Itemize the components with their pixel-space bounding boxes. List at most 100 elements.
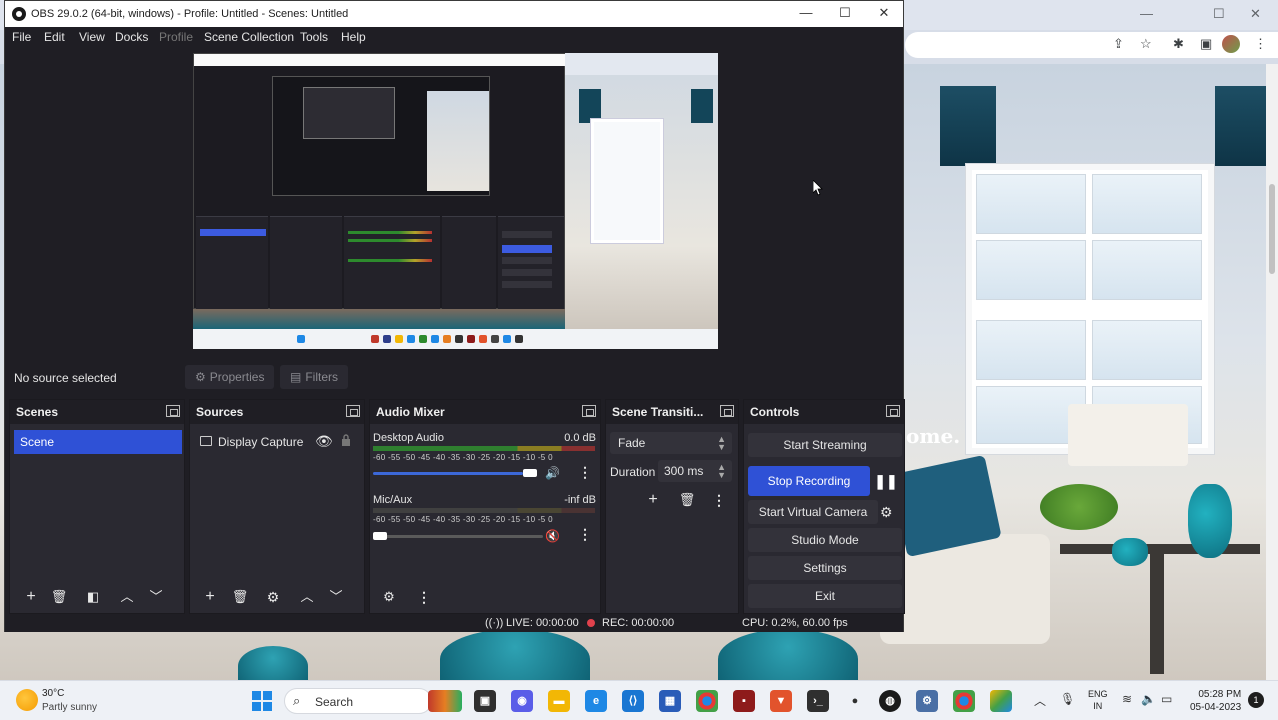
move-down-chevron-icon[interactable]: ﹀ (145, 587, 167, 607)
add-source-button[interactable]: + (199, 587, 221, 607)
file-explorer-icon[interactable]: ▬ (548, 690, 570, 712)
scene-filters-icon[interactable]: ◧ (82, 587, 104, 607)
weather-sun-icon[interactable] (16, 689, 38, 711)
store-icon[interactable]: ▦ (659, 690, 681, 712)
vscode-icon[interactable]: ⟨⟩ (622, 690, 644, 712)
holiday-widget-icon[interactable] (428, 690, 462, 712)
language-indicator[interactable]: ENG IN (1088, 688, 1108, 712)
updown-chevron-icon[interactable]: ▲ ▼ (717, 463, 726, 480)
virtual-camera-gear-icon[interactable]: ⚙ (880, 504, 893, 521)
undock-icon[interactable] (346, 405, 360, 417)
taskbar-search-box[interactable]: ⌕ Search (284, 688, 432, 714)
system-clock[interactable]: 05:28 PM 05-04-2023 (1190, 688, 1241, 714)
photos-app-icon[interactable] (990, 690, 1012, 712)
move-down-chevron-icon[interactable]: ﹀ (325, 587, 347, 607)
add-scene-button[interactable]: + (20, 587, 42, 607)
obs-taskbar-icon[interactable]: ◍ (879, 690, 901, 712)
edge-browser-icon[interactable]: e (585, 690, 607, 712)
minimize-button[interactable]: — (791, 5, 821, 23)
filters-button[interactable]: ▤ Filters (280, 365, 349, 389)
mixer-menu-icon[interactable]: ⋮ (413, 587, 435, 607)
browser-scrollbar[interactable] (1266, 64, 1278, 680)
menu-help[interactable]: Help (341, 30, 366, 44)
start-virtual-camera-button[interactable]: Start Virtual Camera (748, 500, 878, 524)
studio-mode-button[interactable]: Studio Mode (748, 528, 902, 552)
speaker-icon[interactable]: 🔊 (545, 466, 560, 480)
transition-select[interactable]: Fade ▲ ▼ (610, 432, 732, 454)
terminal-icon[interactable]: ›_ (807, 690, 829, 712)
remove-transition-trash-icon[interactable]: 🗑 (676, 490, 698, 510)
properties-button[interactable]: ⚙ Properties (185, 365, 275, 389)
show-hidden-icons-chevron[interactable]: ︿ (1034, 692, 1046, 709)
recording-dot-icon (587, 619, 595, 627)
move-up-chevron-icon[interactable]: ︿ (116, 587, 138, 607)
browser-close-button[interactable]: ✕ (1250, 6, 1261, 22)
profile-avatar[interactable] (1222, 35, 1240, 53)
browser-minimize-button[interactable]: — (1140, 6, 1153, 21)
notification-badge[interactable]: 1 (1248, 692, 1264, 708)
chrome-profile-icon[interactable] (953, 690, 975, 712)
speaker-muted-icon[interactable]: 🔇 (545, 529, 560, 543)
wifi-icon[interactable]: ≋ (1122, 692, 1132, 706)
menu-file[interactable]: File (12, 30, 31, 44)
bookmark-star-icon[interactable]: ☆ (1140, 36, 1152, 52)
remove-source-trash-icon[interactable]: 🗑 (229, 587, 251, 607)
weather-temperature[interactable]: 30°C (42, 688, 64, 699)
mic-aux-menu-icon[interactable]: ⋮ (578, 526, 592, 543)
start-streaming-button[interactable]: Start Streaming (748, 433, 902, 457)
browser-menu-icon[interactable]: ⋮ (1254, 36, 1267, 52)
preview-canvas[interactable] (193, 53, 718, 349)
chrome-icon[interactable] (696, 690, 718, 712)
source-list-item[interactable]: Display Capture 👁 (194, 430, 362, 454)
mic-aux-volume-slider[interactable] (373, 535, 543, 538)
undock-icon[interactable] (720, 405, 734, 417)
stop-recording-button[interactable]: Stop Recording (748, 466, 870, 496)
browser-maximize-button[interactable]: ☐ (1213, 6, 1225, 22)
battery-icon[interactable]: ▭ (1161, 692, 1172, 706)
maximize-button[interactable]: ☐ (830, 5, 860, 23)
undock-icon[interactable] (582, 405, 596, 417)
desktop-audio-menu-icon[interactable]: ⋮ (578, 464, 592, 481)
menu-edit[interactable]: Edit (44, 30, 65, 44)
advanced-audio-gear-icon[interactable]: ⚙ (378, 587, 400, 607)
side-panel-icon[interactable]: ▣ (1200, 36, 1212, 52)
duration-spinbox[interactable]: 300 ms ▲ ▼ (658, 460, 732, 482)
menu-profile[interactable]: Profile (159, 30, 193, 44)
menu-scene-collection[interactable]: Scene Collection (204, 30, 294, 44)
audio-mixer-title: Audio Mixer (376, 405, 445, 419)
extensions-puzzle-icon[interactable]: ✱ (1173, 36, 1184, 52)
start-windows-icon[interactable] (252, 691, 272, 711)
media-app-icon[interactable]: ▪ (733, 690, 755, 712)
desktop-audio-volume-slider[interactable] (373, 472, 523, 475)
mic-aux-slider-knob[interactable] (373, 532, 387, 540)
task-view-icon[interactable]: ▣ (474, 690, 496, 712)
add-transition-button[interactable]: + (642, 490, 664, 510)
exit-button[interactable]: Exit (748, 584, 902, 608)
source-properties-gear-icon[interactable]: ⚙ (262, 587, 284, 607)
menu-tools[interactable]: Tools (300, 30, 328, 44)
volume-tray-icon[interactable]: 🔈 (1141, 692, 1156, 706)
mic-tray-icon[interactable]: 🎙 (1060, 692, 1075, 706)
microphone-app-icon[interactable]: ● (844, 690, 866, 712)
transition-menu-icon[interactable]: ⋮ (708, 490, 730, 510)
chat-icon[interactable]: ◉ (511, 690, 533, 712)
desktop-audio-slider-knob[interactable] (523, 469, 537, 477)
move-up-chevron-icon[interactable]: ︿ (296, 587, 318, 607)
settings-button[interactable]: Settings (748, 556, 902, 580)
pause-recording-icon[interactable]: ❚❚ (872, 466, 900, 496)
lock-icon[interactable] (341, 434, 351, 446)
share-icon[interactable]: ⇪ (1113, 36, 1124, 52)
menu-view[interactable]: View (79, 30, 105, 44)
scene-list-item[interactable]: Scene (14, 430, 182, 454)
clock-time: 05:28 PM (1198, 689, 1242, 700)
close-button[interactable]: ✕ (869, 5, 899, 23)
obs-titlebar[interactable]: OBS 29.0.2 (64-bit, windows) - Profile: … (5, 1, 903, 27)
undock-icon[interactable] (886, 405, 900, 417)
brave-browser-icon[interactable]: ▼ (770, 690, 792, 712)
eye-visibility-icon[interactable]: 👁 (315, 433, 333, 450)
weather-condition[interactable]: Partly sunny (42, 702, 97, 713)
menu-docks[interactable]: Docks (115, 30, 148, 44)
undock-icon[interactable] (166, 405, 180, 417)
settings-app-icon[interactable]: ⚙ (916, 690, 938, 712)
remove-scene-trash-icon[interactable]: 🗑 (48, 587, 70, 607)
